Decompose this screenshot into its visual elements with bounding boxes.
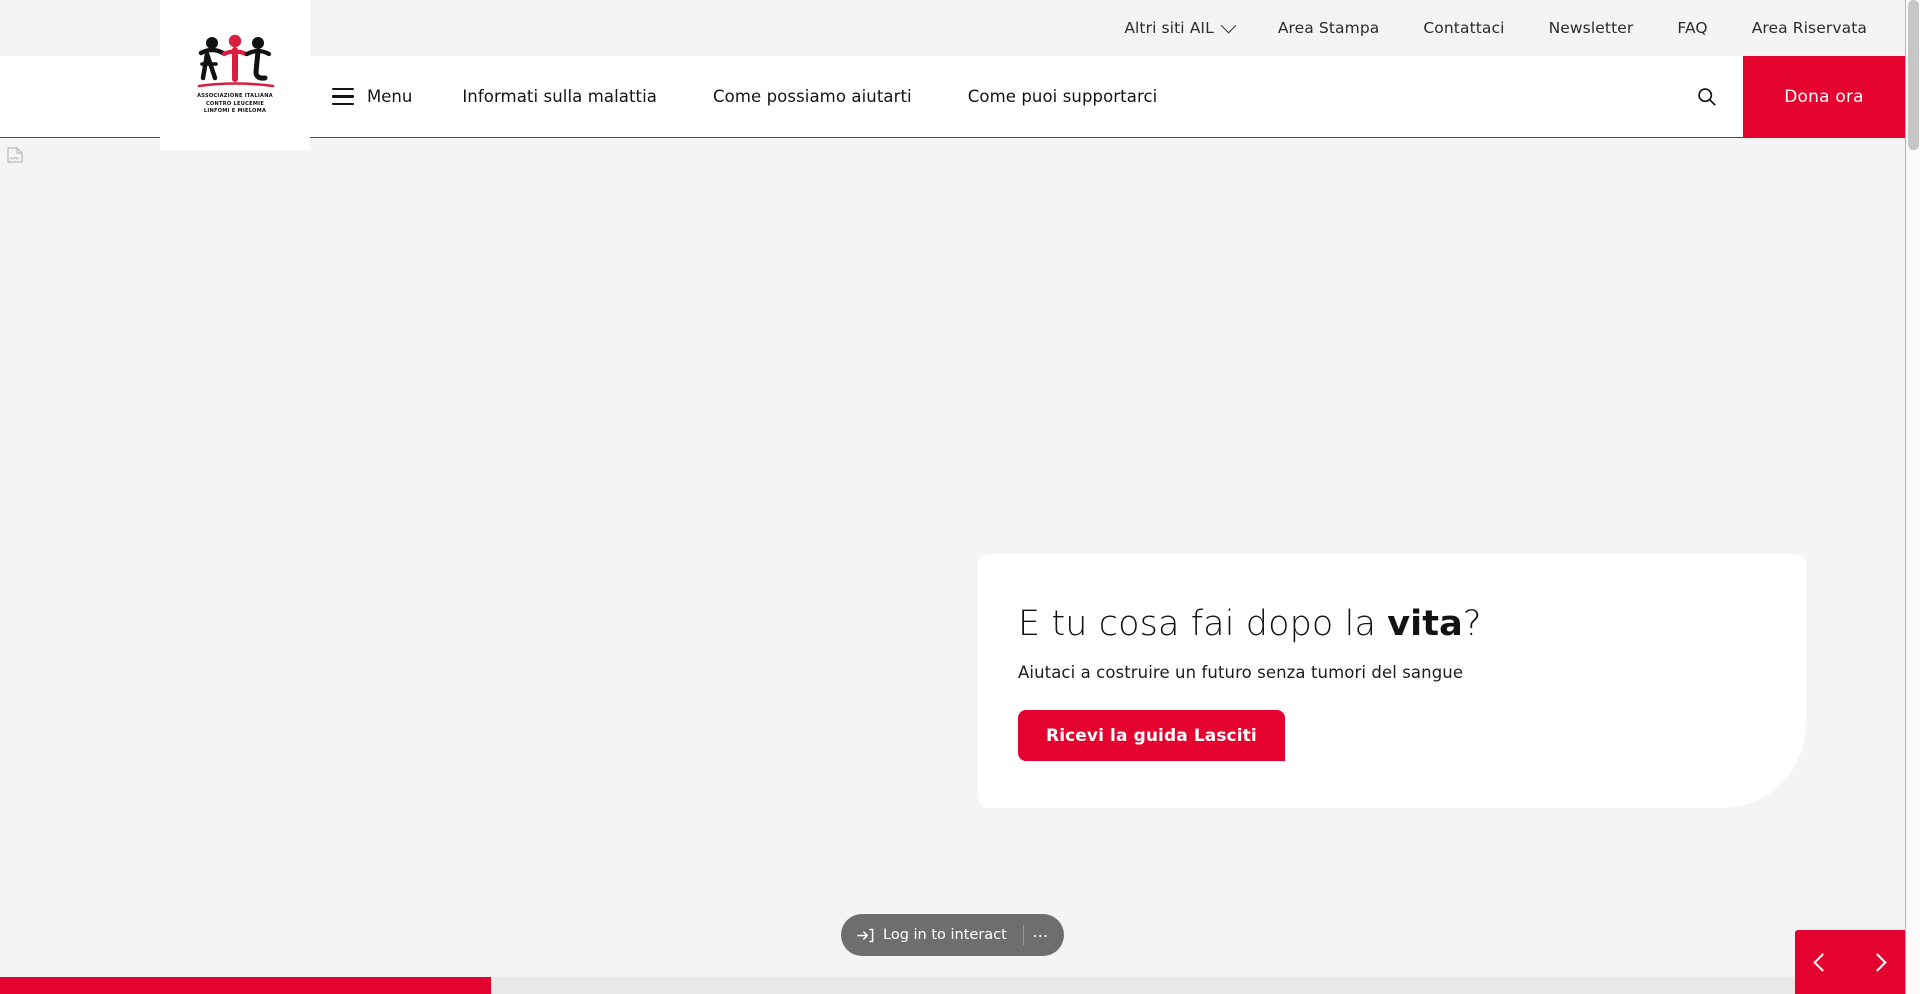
logo-tagline: ASSOCIAZIONE ITALIANA CONTRO LEUCEMIE LI…	[185, 93, 285, 116]
page-root: Altri siti AIL Area Stampa Contattaci Ne…	[0, 0, 1920, 994]
topbar-item-newsletter[interactable]: Newsletter	[1527, 19, 1656, 37]
site-logo[interactable]: ASSOCIAZIONE ITALIANA CONTRO LEUCEMIE LI…	[160, 0, 310, 150]
nav-right-group: Dona ora	[1669, 56, 1905, 137]
hero-subtitle: Aiutaci a costruire un futuro senza tumo…	[1018, 663, 1464, 683]
topbar-item-label: Area Riservata	[1751, 19, 1867, 37]
menu-button-label: Menu	[367, 87, 413, 106]
topbar-item-label: Area Stampa	[1277, 19, 1380, 37]
hero-title-bold: vita	[1387, 604, 1463, 644]
menu-button[interactable]: Menu	[310, 87, 434, 106]
topbar-item-area-stampa[interactable]: Area Stampa	[1256, 19, 1402, 37]
hero-title-prefix: E tu cosa fai dopo la	[1018, 604, 1388, 644]
nav-item-come-possiamo-aiutarti[interactable]: Come possiamo aiutarti	[685, 87, 940, 106]
chevron-right-icon	[1868, 952, 1887, 972]
search-button[interactable]	[1669, 56, 1743, 137]
topbar-item-label: Altri siti AIL	[1124, 19, 1214, 37]
donate-button[interactable]: Dona ora	[1743, 56, 1905, 137]
hero-card: E tu cosa fai dopo la vita? Aiutaci a co…	[978, 554, 1806, 808]
search-icon	[1697, 88, 1716, 106]
broken-image-icon	[6, 146, 24, 164]
hero-cta-button[interactable]: Ricevi la guida Lasciti	[1018, 710, 1285, 762]
hamburger-icon	[332, 88, 354, 105]
scrollbar-thumb[interactable]	[1908, 0, 1919, 150]
page-scrollbar[interactable]	[1905, 0, 1920, 994]
carousel-navigation	[1795, 930, 1905, 994]
carousel-prev-button[interactable]	[1801, 930, 1845, 994]
topbar-item-contattaci[interactable]: Contattaci	[1401, 19, 1526, 37]
logo-inner: ASSOCIAZIONE ITALIANA CONTRO LEUCEMIE LI…	[185, 34, 285, 116]
carousel-progress-track[interactable]	[0, 977, 1905, 994]
carousel-next-button[interactable]	[1856, 930, 1900, 994]
hero-title: E tu cosa fai dopo la vita?	[1018, 604, 1806, 644]
chevron-left-icon	[1813, 952, 1832, 972]
logo-tagline-line-1: ASSOCIAZIONE ITALIANA	[197, 92, 273, 99]
topbar-item-label: FAQ	[1677, 19, 1708, 37]
login-arrow-icon	[857, 928, 874, 943]
login-pill-label: Log in to interact	[883, 927, 1007, 943]
login-overlay-pill: Log in to interact ⋯	[841, 914, 1064, 956]
topbar-item-altri-siti-ail[interactable]: Altri siti AIL	[1102, 17, 1256, 37]
ellipsis-icon[interactable]: ⋯	[1024, 914, 1058, 956]
ail-figures-icon	[197, 34, 275, 88]
chevron-down-icon	[1220, 17, 1237, 33]
login-to-interact-button[interactable]: Log in to interact	[857, 927, 1023, 943]
logo-tagline-line-2: CONTRO LEUCEMIE	[205, 100, 265, 107]
topbar-item-area-riservata[interactable]: Area Riservata	[1730, 19, 1867, 37]
carousel-progress-fill	[0, 977, 492, 994]
nav-item-informati-sulla-malattia[interactable]: Informati sulla malattia	[434, 87, 685, 106]
hero-title-suffix: ?	[1462, 604, 1482, 644]
hero-section: E tu cosa fai dopo la vita? Aiutaci a co…	[0, 137, 1905, 977]
nav-item-come-puoi-supportarci[interactable]: Come puoi supportarci	[940, 87, 1186, 106]
topbar-item-label: Newsletter	[1548, 19, 1634, 37]
hero-card-content: E tu cosa fai dopo la vita? Aiutaci a co…	[978, 554, 1806, 762]
ail-logo-mark	[185, 34, 285, 90]
logo-tagline-line-3: LINFOMI E MIELOMA	[203, 108, 267, 115]
topbar-item-label: Contattaci	[1423, 19, 1505, 37]
topbar-item-faq[interactable]: FAQ	[1655, 19, 1729, 37]
